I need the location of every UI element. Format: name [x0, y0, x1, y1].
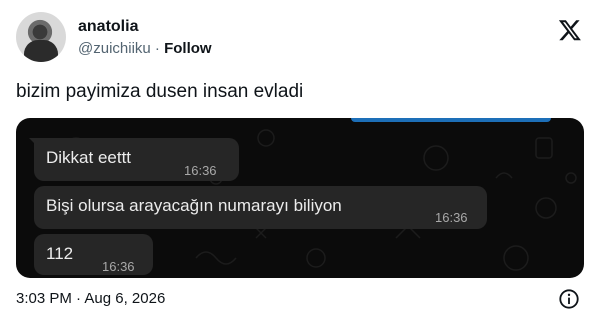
- timestamp-separator: ·: [71, 290, 85, 307]
- message-text: Dikkat eettt: [46, 148, 132, 167]
- author-display-name[interactable]: anatolia: [78, 17, 212, 37]
- tweet-timestamp[interactable]: 3:03 PM · Aug 6, 2026: [16, 289, 165, 309]
- message-time: 16:36: [184, 163, 217, 178]
- x-logo-icon[interactable]: [558, 18, 582, 42]
- tweet-text: bizim payimiza dusen insan evladi: [16, 81, 304, 102]
- message-text: Bişi olursa arayacağın numarayı biliyon: [46, 196, 342, 215]
- chat-top-indicator: [351, 118, 551, 122]
- tweet-date: Aug 6, 2026: [84, 290, 166, 307]
- author-handle[interactable]: @zuichiiku: [78, 40, 151, 57]
- handle-separator: ·: [150, 40, 165, 57]
- info-icon[interactable]: [558, 288, 580, 310]
- message-text: 112: [46, 244, 74, 263]
- chat-message: Dikkat eettt 16:36: [34, 138, 239, 181]
- chat-message: Bişi olursa arayacağın numarayı biliyon …: [34, 186, 487, 229]
- message-time: 16:36: [435, 210, 468, 225]
- chat-screenshot-image[interactable]: Dikkat eettt 16:36 Bişi olursa arayacağı…: [16, 118, 584, 278]
- author-block: anatolia @zuichiiku · Follow: [78, 17, 212, 59]
- chat-message: 112 16:36: [34, 234, 153, 275]
- tweet-time: 3:03 PM: [16, 290, 72, 307]
- avatar[interactable]: [16, 12, 66, 62]
- tweet-footer: 3:03 PM · Aug 6, 2026: [16, 286, 584, 312]
- message-time: 16:36: [102, 259, 135, 274]
- follow-button[interactable]: Follow: [164, 40, 212, 57]
- tweet-header: anatolia @zuichiiku · Follow: [16, 12, 584, 64]
- author-handle-line: @zuichiiku · Follow: [78, 39, 212, 59]
